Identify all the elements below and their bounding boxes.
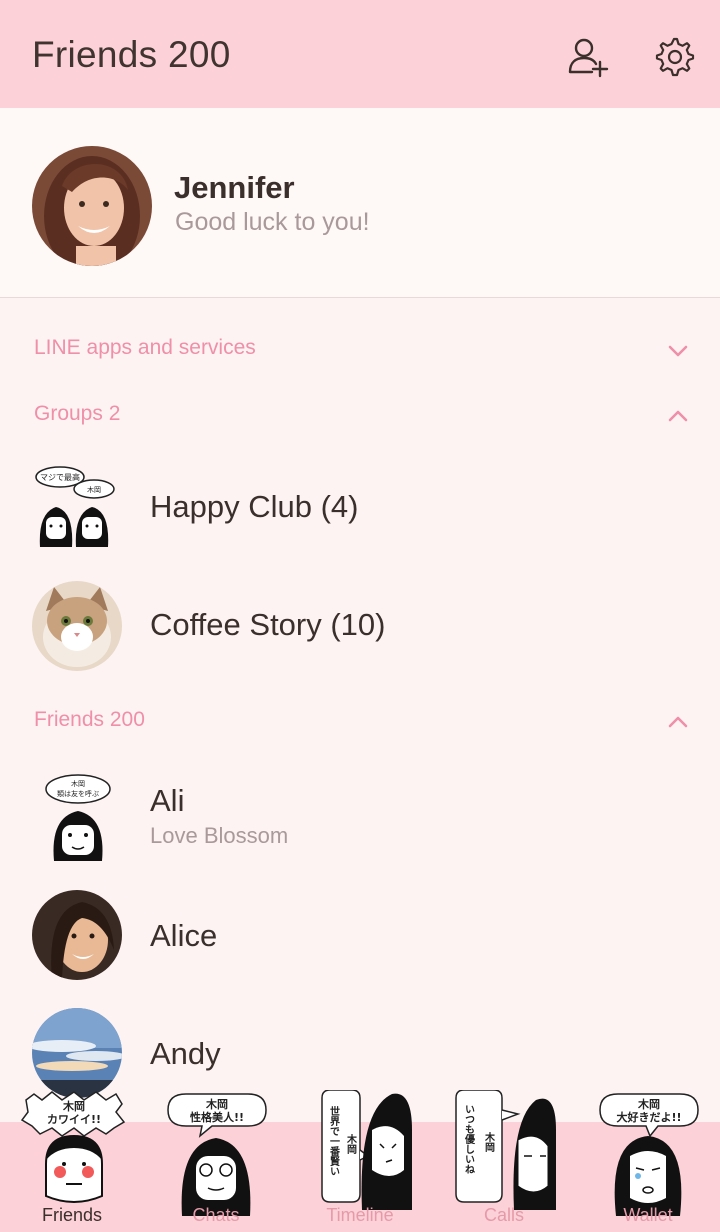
tab-chats[interactable]: 木岡 性格美人!! Chats <box>144 1093 288 1232</box>
profile-name: Jennifer <box>174 170 295 205</box>
chevron-down-icon[interactable] <box>664 336 692 364</box>
svg-text:木岡: 木岡 <box>205 1097 228 1111</box>
tab-label: Chats <box>192 1205 240 1225</box>
svg-text:マジで最高: マジで最高 <box>40 472 80 482</box>
svg-text:性格美人!!: 性格美人!! <box>190 1110 244 1124</box>
svg-text:類は友を呼ぶ: 類は友を呼ぶ <box>57 789 99 798</box>
section-label: LINE apps and services <box>34 336 256 359</box>
tab-calls[interactable]: いつも優しいね 木岡 Calls <box>432 1090 576 1232</box>
friend-avatar-sticker: 木岡 類は友を呼ぶ <box>32 773 122 863</box>
svg-text:木岡: 木岡 <box>637 1097 660 1111</box>
settings-gear-icon[interactable] <box>652 34 696 78</box>
chevron-up-icon[interactable] <box>664 402 692 430</box>
svg-text:木岡: 木岡 <box>71 779 85 788</box>
wallet-tab-sticker-icon: 木岡 大好きだよ!! <box>599 1093 699 1216</box>
section-groups[interactable]: Groups 2 <box>0 386 720 446</box>
add-friend-icon[interactable] <box>566 34 610 78</box>
tab-label: Calls <box>483 1205 524 1225</box>
svg-text:木岡: 木岡 <box>62 1099 85 1113</box>
tab-label: Wallet <box>623 1205 673 1225</box>
page-title: Friends 200 <box>32 34 231 75</box>
calls-tab-sticker-icon: いつも優しいね 木岡 <box>455 1090 556 1210</box>
section-friends[interactable]: Friends 200 <box>0 692 720 752</box>
svg-text:大好きだよ!!: 大好きだよ!! <box>616 1110 681 1124</box>
profile-avatar[interactable] <box>32 146 152 266</box>
friends-tab-sticker-icon: 木岡 カワイイ!! <box>20 1091 126 1203</box>
profile-status-message: Good luck to you! <box>175 208 370 236</box>
svg-text:カワイイ!!: カワイイ!! <box>47 1113 101 1126</box>
friend-name: Ali <box>150 783 185 818</box>
section-line-apps[interactable]: LINE apps and services <box>0 320 720 380</box>
section-label: Friends 200 <box>34 708 145 731</box>
header: Friends 200 <box>0 0 720 108</box>
my-profile[interactable]: Jennifer Good luck to you! <box>0 108 720 298</box>
tab-friends[interactable]: 木岡 カワイイ!! Friends <box>0 1091 144 1232</box>
tab-label: Friends <box>41 1205 103 1225</box>
friend-row[interactable]: 木岡 類は友を呼ぶ Ali Love Blossom <box>0 759 720 877</box>
friend-avatar <box>32 890 122 980</box>
friend-status-message: Love Blossom <box>150 823 289 848</box>
tab-label: Timeline <box>326 1205 394 1225</box>
group-name: Coffee Story (10) <box>150 607 386 642</box>
chats-tab-sticker-icon: 木岡 性格美人!! <box>167 1093 267 1216</box>
group-avatar-sticker: マジで最高 木岡 <box>32 463 122 553</box>
group-row[interactable]: Coffee Story (10) <box>0 567 720 685</box>
group-row[interactable]: マジで最高 木岡 Happy Club (4) <box>0 449 720 567</box>
section-label: Groups 2 <box>34 402 121 425</box>
friend-avatar <box>32 1008 122 1098</box>
friend-name: Alice <box>150 918 218 953</box>
chevron-up-icon[interactable] <box>664 708 692 736</box>
svg-text:木岡: 木岡 <box>87 485 101 494</box>
tab-timeline[interactable]: 世界で一番賢い 木岡 Timeline <box>288 1090 432 1232</box>
friend-row[interactable]: Alice <box>0 876 720 994</box>
timeline-tab-sticker-icon: 世界で一番賢い 木岡 <box>321 1090 412 1210</box>
friend-name: Andy <box>150 1036 221 1071</box>
tab-wallet[interactable]: 木岡 大好きだよ!! Wallet <box>576 1093 720 1232</box>
bottom-tab-bar: 木岡 カワイイ!! Friends 木岡 性格美人!! Chats 世界で一番賢… <box>0 1090 720 1232</box>
group-avatar-cat <box>32 581 122 671</box>
group-name: Happy Club (4) <box>150 489 359 524</box>
